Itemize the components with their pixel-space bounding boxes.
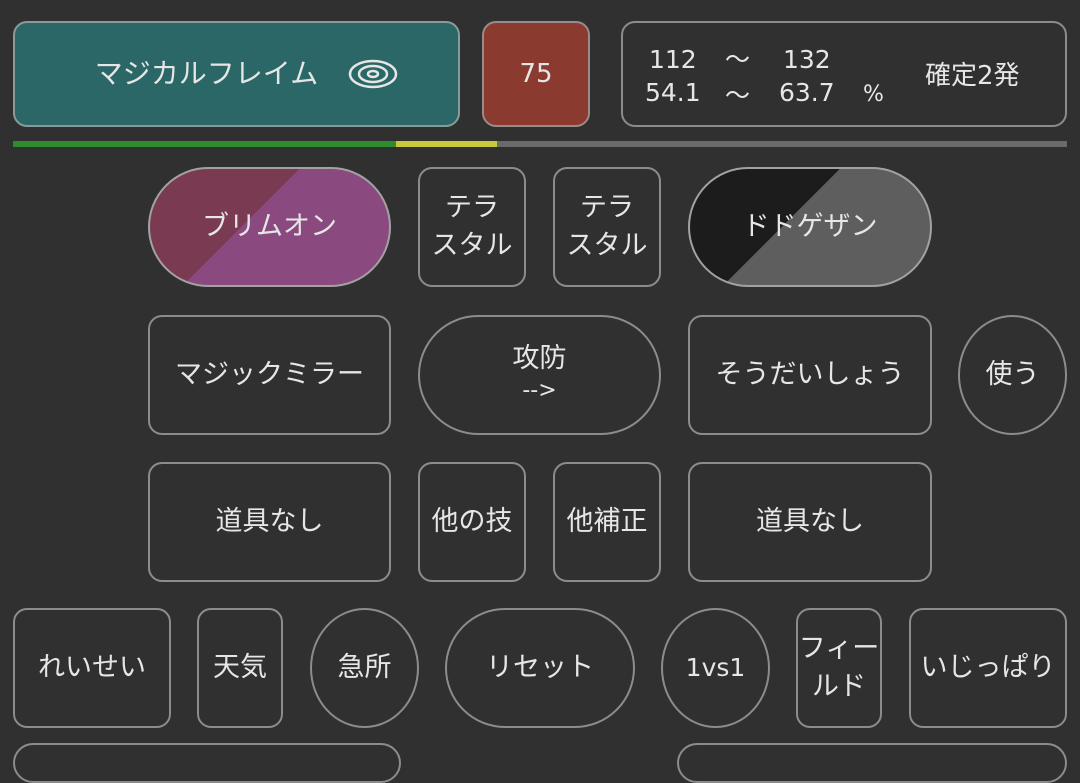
field-label-1: フィー (798, 633, 880, 664)
swap-label: 攻防 (512, 343, 567, 374)
damage-min-percent: 54.1 (645, 78, 701, 107)
other-move-label: 他の技 (431, 506, 513, 537)
defender-ability-label: そうだいしょう (715, 359, 905, 390)
other-modifier-button[interactable]: 他補正 (553, 462, 661, 582)
field-label-2: ルド (812, 671, 866, 702)
move-selector[interactable]: マジカルフレイム (13, 21, 460, 127)
damage-max: 132 (783, 45, 831, 74)
reset-label: リセット (486, 652, 594, 683)
damage-tilde: 〜 (725, 45, 751, 74)
other-modifier-label: 他補正 (566, 506, 648, 537)
field-button[interactable]: フィー ルド (796, 608, 882, 728)
swap-arrow: --> (522, 378, 557, 403)
next-row-right-button[interactable] (677, 743, 1067, 783)
defender-pokemon-name: ドドゲザン (742, 211, 878, 242)
attacker-pokemon-name: ブリムオン (202, 211, 337, 242)
use-button[interactable]: 使う (958, 315, 1067, 435)
hp-bar-remaining (497, 141, 1067, 147)
critical-hit-label: 急所 (337, 652, 392, 683)
attacker-ability-button[interactable]: マジックミラー (148, 315, 391, 435)
attacker-ability-label: マジックミラー (175, 359, 364, 390)
hp-bar-green (13, 141, 396, 147)
battle-mode-label: 1vs1 (685, 653, 746, 682)
damage-max-percent: 63.7 (779, 78, 835, 107)
use-button-label: 使う (985, 359, 1040, 390)
damage-min: 112 (649, 45, 697, 74)
move-power-value: 75 (519, 59, 553, 89)
move-power-button[interactable]: 75 (482, 21, 590, 127)
defender-ability-button[interactable]: そうだいしょう (688, 315, 932, 435)
defender-pokemon-button[interactable]: ドドゲザン (688, 167, 932, 287)
attacker-tera-button[interactable]: テラ スタル (418, 167, 526, 287)
weather-label: 天気 (213, 652, 267, 683)
defender-tera-label-1: テラ (580, 192, 634, 223)
defender-item-button[interactable]: 道具なし (688, 462, 932, 582)
stubborn-nature-button[interactable]: いじっぱり (909, 608, 1067, 728)
damage-result-panel: 112 〜 132 54.1 〜 63.7 % 確定2発 (621, 21, 1067, 127)
attacker-item-button[interactable]: 道具なし (148, 462, 391, 582)
percent-sign: % (863, 82, 884, 107)
nature-label: れいせい (38, 652, 146, 683)
next-row-left-button[interactable] (13, 743, 401, 783)
defender-tera-label-2: スタル (566, 230, 648, 261)
attacker-pokemon-button[interactable]: ブリムオン (148, 167, 391, 287)
attacker-tera-label-1: テラ (445, 192, 499, 223)
nature-button[interactable]: れいせい (13, 608, 171, 728)
other-move-button[interactable]: 他の技 (418, 462, 526, 582)
reset-button[interactable]: リセット (445, 608, 635, 728)
battle-mode-button[interactable]: 1vs1 (661, 608, 770, 728)
hp-bar-yellow (396, 141, 497, 147)
critical-hit-button[interactable]: 急所 (310, 608, 419, 728)
stubborn-nature-label: いじっぱり (920, 652, 1056, 683)
defender-item-label: 道具なし (756, 506, 864, 537)
defender-tera-button[interactable]: テラ スタル (553, 167, 661, 287)
ko-result: 確定2発 (925, 61, 1020, 91)
attacker-item-label: 道具なし (215, 506, 324, 537)
attacker-tera-label-2: スタル (431, 230, 513, 261)
hp-bar (13, 141, 1067, 147)
weather-button[interactable]: 天気 (197, 608, 283, 728)
damage-percent-tilde: 〜 (725, 81, 751, 110)
swap-attacker-defender-button[interactable]: 攻防 --> (418, 315, 661, 435)
move-name: マジカルフレイム (94, 57, 319, 90)
special-move-icon (348, 59, 398, 89)
